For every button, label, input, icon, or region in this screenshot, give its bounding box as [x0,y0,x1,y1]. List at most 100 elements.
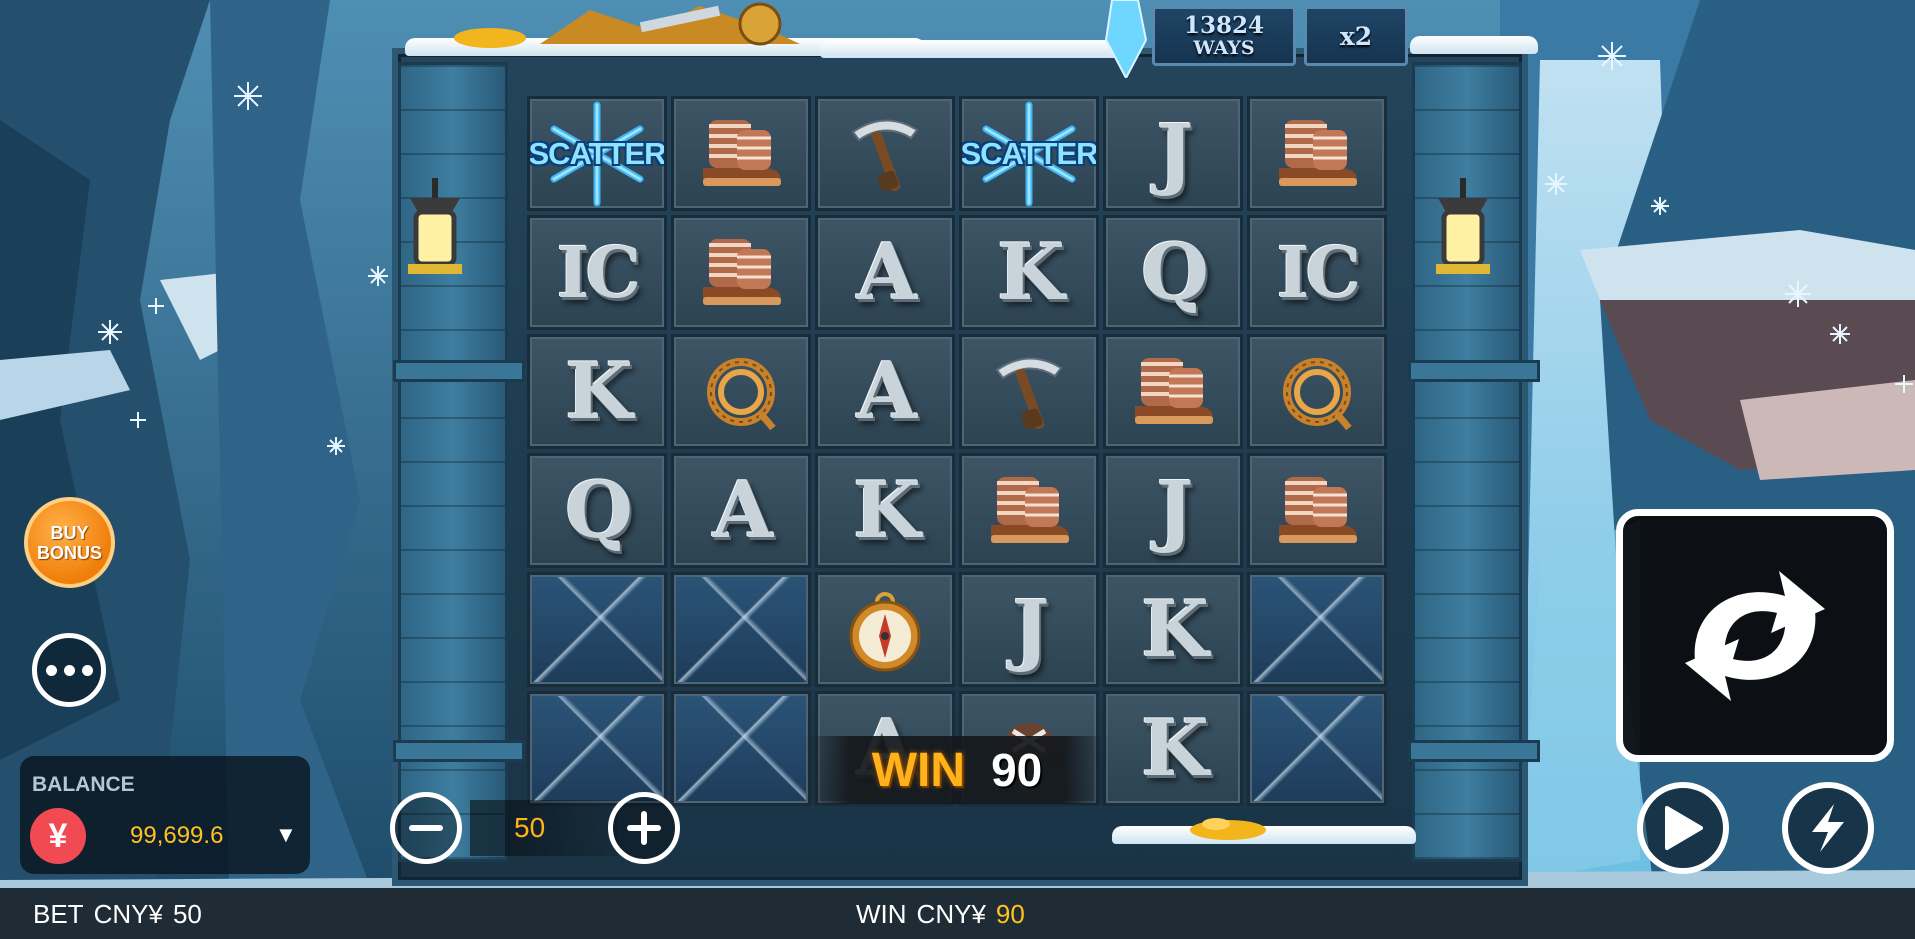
snow-ledge [820,40,1120,58]
reel-cell-frozen [1247,572,1387,687]
reel-cell [1247,96,1387,211]
status-win-currency: CNY¥ [916,899,986,929]
turbo-button[interactable] [1782,782,1874,874]
reel-cell [1103,334,1243,449]
treasure-decoration [454,2,800,48]
reel-cell: J [959,572,1099,687]
win-banner: WIN 90 [804,736,1110,804]
symbol-j: J [1012,584,1050,675]
reel-cell: SCATTER [527,96,667,211]
plus-icon [627,811,661,845]
more-dots-icon [63,664,75,676]
play-icon [1665,806,1703,850]
chevron-down-icon[interactable]: ▼ [275,822,297,848]
lantern-left [408,178,462,274]
reel-cell: Q [527,453,667,568]
spin-arrows-icon [1685,570,1825,701]
decrease-bet-button[interactable] [390,792,462,864]
ways-value: 13824 [1183,12,1265,39]
snow-ledge [1410,36,1538,54]
status-win-value: 90 [995,899,1025,929]
minus-icon [409,825,443,831]
status-bet-value: 50 [172,899,202,929]
reel-cell: K [959,215,1099,330]
symbol-j: J [1156,465,1194,556]
reel-cell-frozen [527,572,667,687]
lantern-right [1436,178,1490,274]
reel-cell [671,215,811,330]
reel-cell: A [815,334,955,449]
reel-cell-frozen [671,691,811,806]
ways-counter: 13824 WAYS [1152,6,1296,66]
balance-label: BALANCE [32,773,135,796]
balance-panel: BALANCE ¥ 99,699.6 ▼ [20,756,310,874]
more-menu-button[interactable] [32,633,106,707]
symbol-q: Q [1141,227,1209,318]
buy-bonus-button[interactable]: BUY BONUS [24,497,115,588]
status-bet: BET CNY¥ 50 [33,899,202,930]
pillar-ledge [393,360,525,382]
more-dots-icon [45,664,57,676]
compass-icon [845,586,925,674]
symbol-k: K [1141,703,1209,794]
pickaxe-icon [989,350,1069,434]
reel-cell [959,334,1099,449]
reel-grid: SCATTERSCATTERJICAKQICKAQAKJJKAK [525,94,1389,808]
balance-value: 99,699.6 [130,822,224,849]
symbol-k: K [1141,584,1209,675]
reel-cell [959,453,1099,568]
boots-icon [693,116,789,192]
bet-value: 50 [514,812,546,843]
multiplier-badge: x2 [1304,6,1408,66]
bet-value-display: 50 [470,800,618,856]
symbol-k: K [565,346,633,437]
more-dots-icon [81,664,93,676]
boots-icon [1269,116,1365,192]
rope-icon [1277,352,1357,432]
symbol-scatter: SCATTER [960,135,1098,171]
pillar-ledge [393,740,525,762]
ice-crystal-decoration [1104,0,1148,78]
pillar-ledge [1408,360,1540,382]
reel-cell: K [1103,691,1243,806]
symbol-k: K [853,465,921,556]
pickaxe-icon [845,112,925,196]
symbol-q: Q [565,465,633,556]
yen-icon[interactable]: ¥ [30,808,86,864]
boots-icon [981,473,1077,549]
reel-cell: IC [1247,215,1387,330]
reel-cell: IC [527,215,667,330]
status-win: WIN CNY¥ 90 [856,899,1025,930]
symbol-j: J [1156,108,1194,199]
symbol-ic: IC [1276,231,1361,314]
symbol-a: A [712,465,773,556]
increase-bet-button[interactable] [608,792,680,864]
autoplay-button[interactable] [1637,782,1729,874]
status-bar: BET CNY¥ 50 WIN CNY¥ 90 [0,888,1915,939]
symbol-scatter: SCATTER [528,135,666,171]
reel-cell: A [815,215,955,330]
status-bet-currency: CNY¥ [93,899,163,929]
reel-cell: K [1103,572,1243,687]
spin-button[interactable] [1616,509,1894,762]
lightning-icon [1812,804,1844,852]
reel-cell [671,334,811,449]
status-win-label: WIN [856,899,907,929]
reel-cell: SCATTER [959,96,1099,211]
reel-cell [671,96,811,211]
reel-cell-frozen [671,572,811,687]
reel-cell-frozen [527,691,667,806]
symbol-ic: IC [556,231,641,314]
reel-cell: K [815,453,955,568]
ways-label: WAYS [1193,37,1255,59]
buy-bonus-line2: BONUS [36,542,102,563]
gold-coins-decoration [1190,818,1266,840]
symbol-a: A [856,346,917,437]
boots-icon [1125,354,1221,430]
symbol-k: K [997,227,1065,318]
win-banner-label: WIN [871,743,966,797]
win-banner-amount: 90 [991,744,1043,796]
status-bet-label: BET [33,899,84,929]
reel-cell-frozen [1247,691,1387,806]
reel-cell [815,572,955,687]
